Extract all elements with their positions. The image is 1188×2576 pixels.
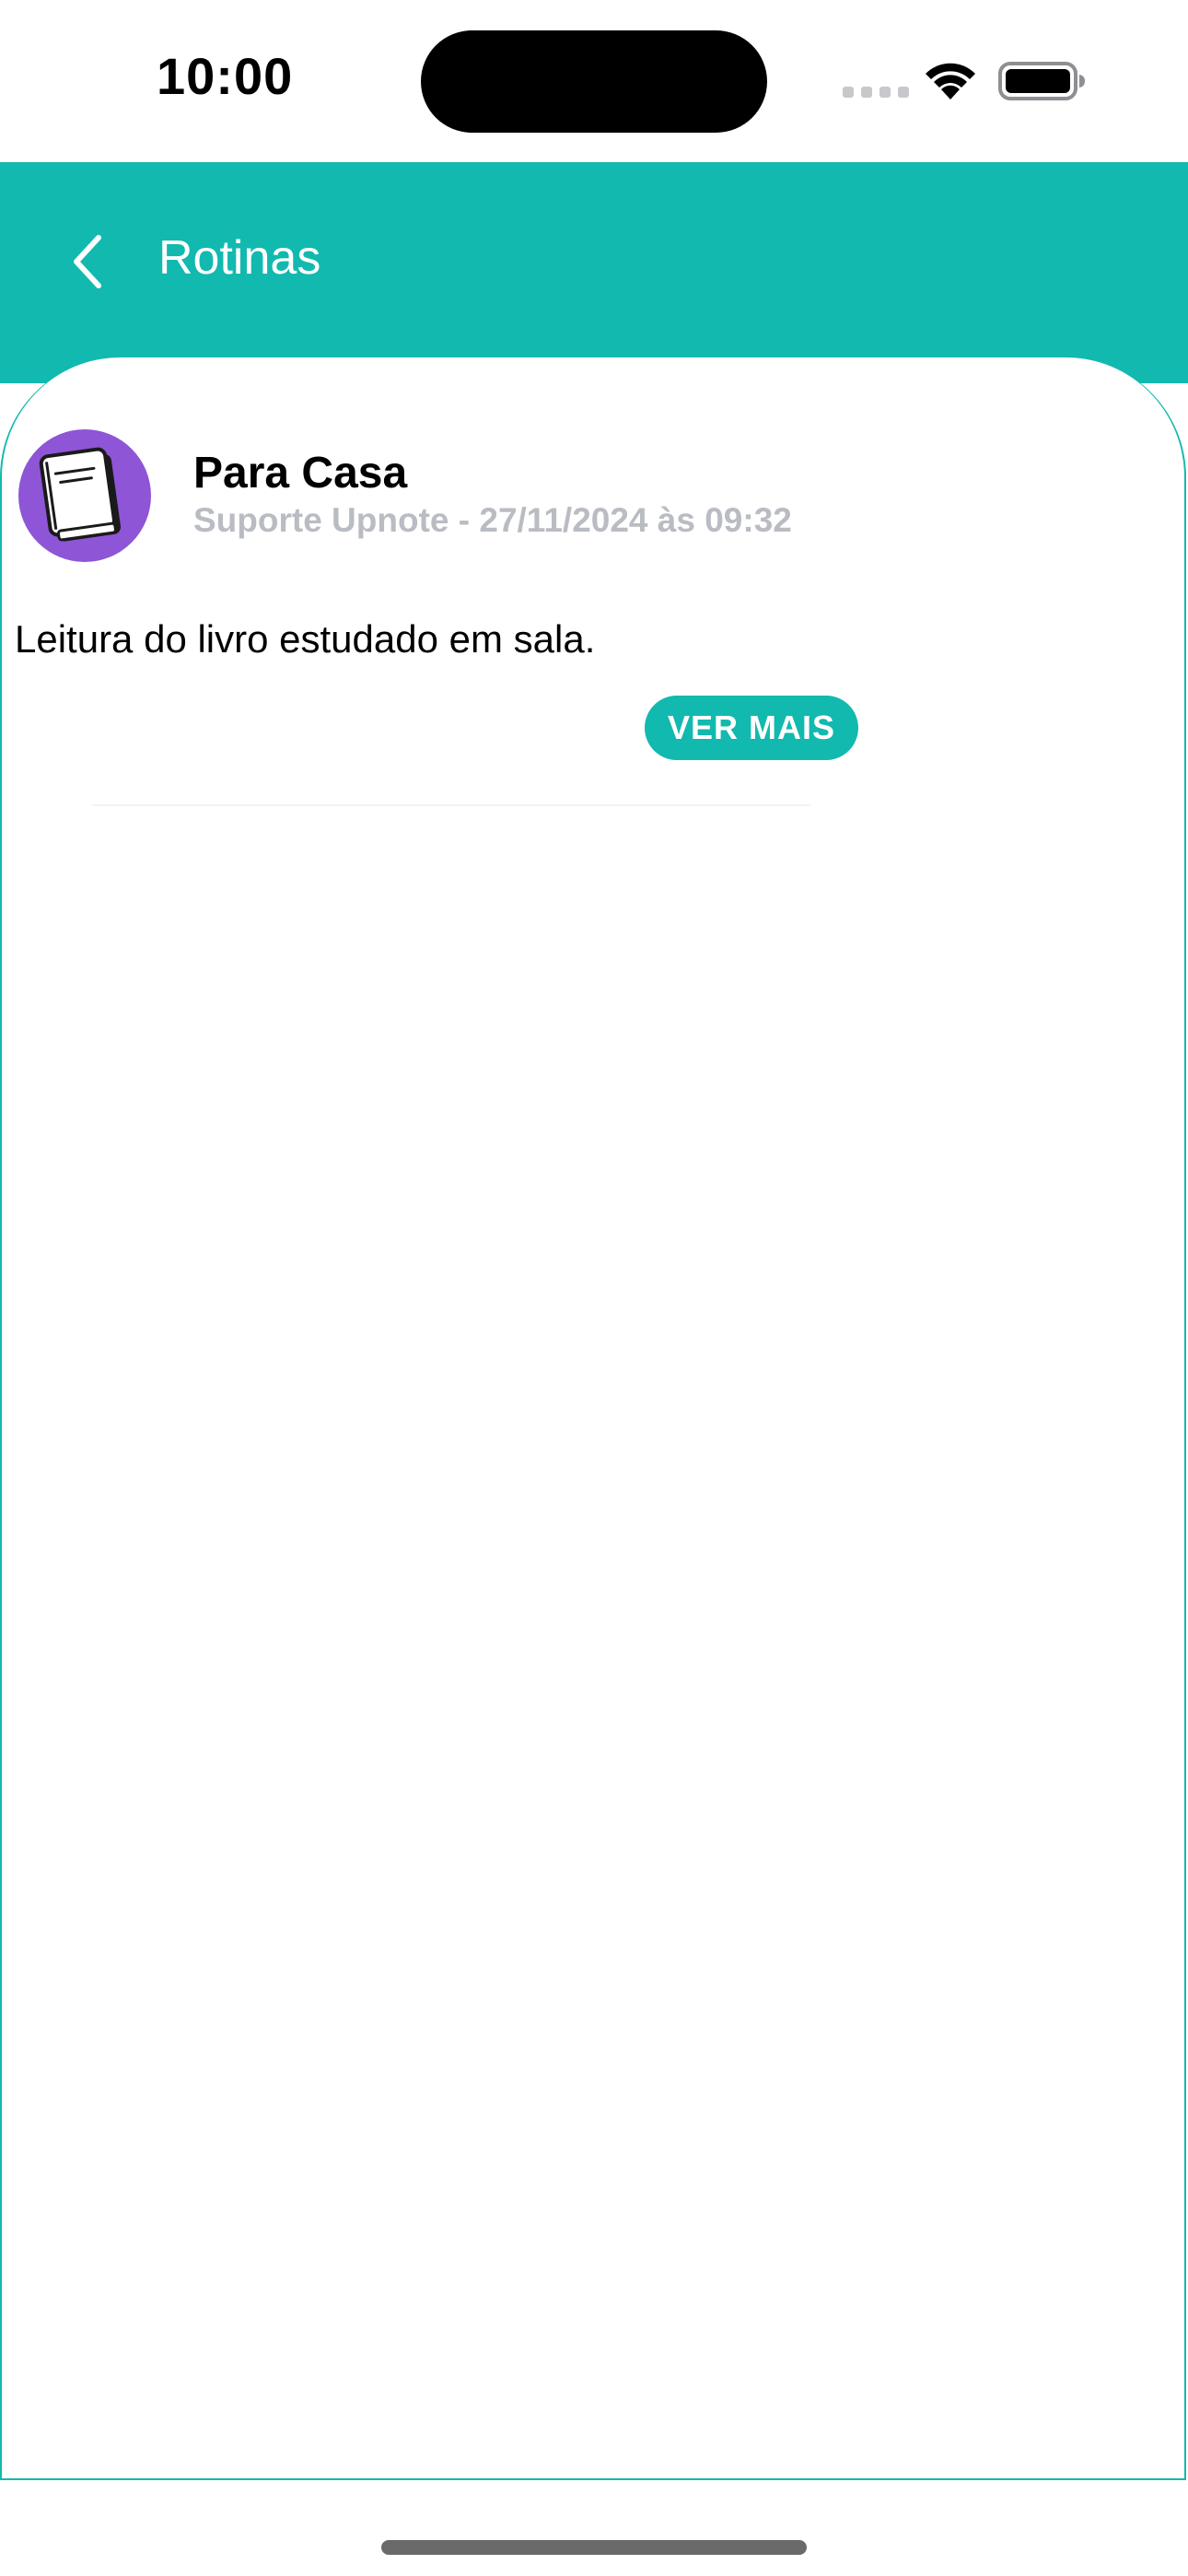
item-description: Leitura do livro estudado em sala. [15, 617, 596, 661]
status-bar: 10:00 [0, 0, 1188, 162]
content-card [0, 357, 1186, 2480]
item-meta: Suporte Upnote - 27/11/2024 às 09:32 [193, 501, 792, 539]
wifi-icon [926, 63, 975, 100]
item-divider [92, 804, 810, 806]
chevron-left-icon [74, 235, 101, 288]
item-avatar [18, 429, 151, 562]
battery-icon [998, 62, 1085, 100]
home-indicator[interactable] [381, 2540, 807, 2555]
ver-mais-button[interactable]: VER MAIS [645, 696, 858, 760]
status-time: 10:00 [157, 47, 294, 105]
page-title: Rotinas [158, 231, 321, 285]
cellular-signal-icon [843, 87, 909, 98]
app-header: Rotinas [0, 162, 1188, 383]
back-button[interactable] [55, 225, 120, 299]
dynamic-island [421, 30, 767, 133]
book-icon [39, 447, 122, 542]
item-title: Para Casa [193, 449, 408, 498]
